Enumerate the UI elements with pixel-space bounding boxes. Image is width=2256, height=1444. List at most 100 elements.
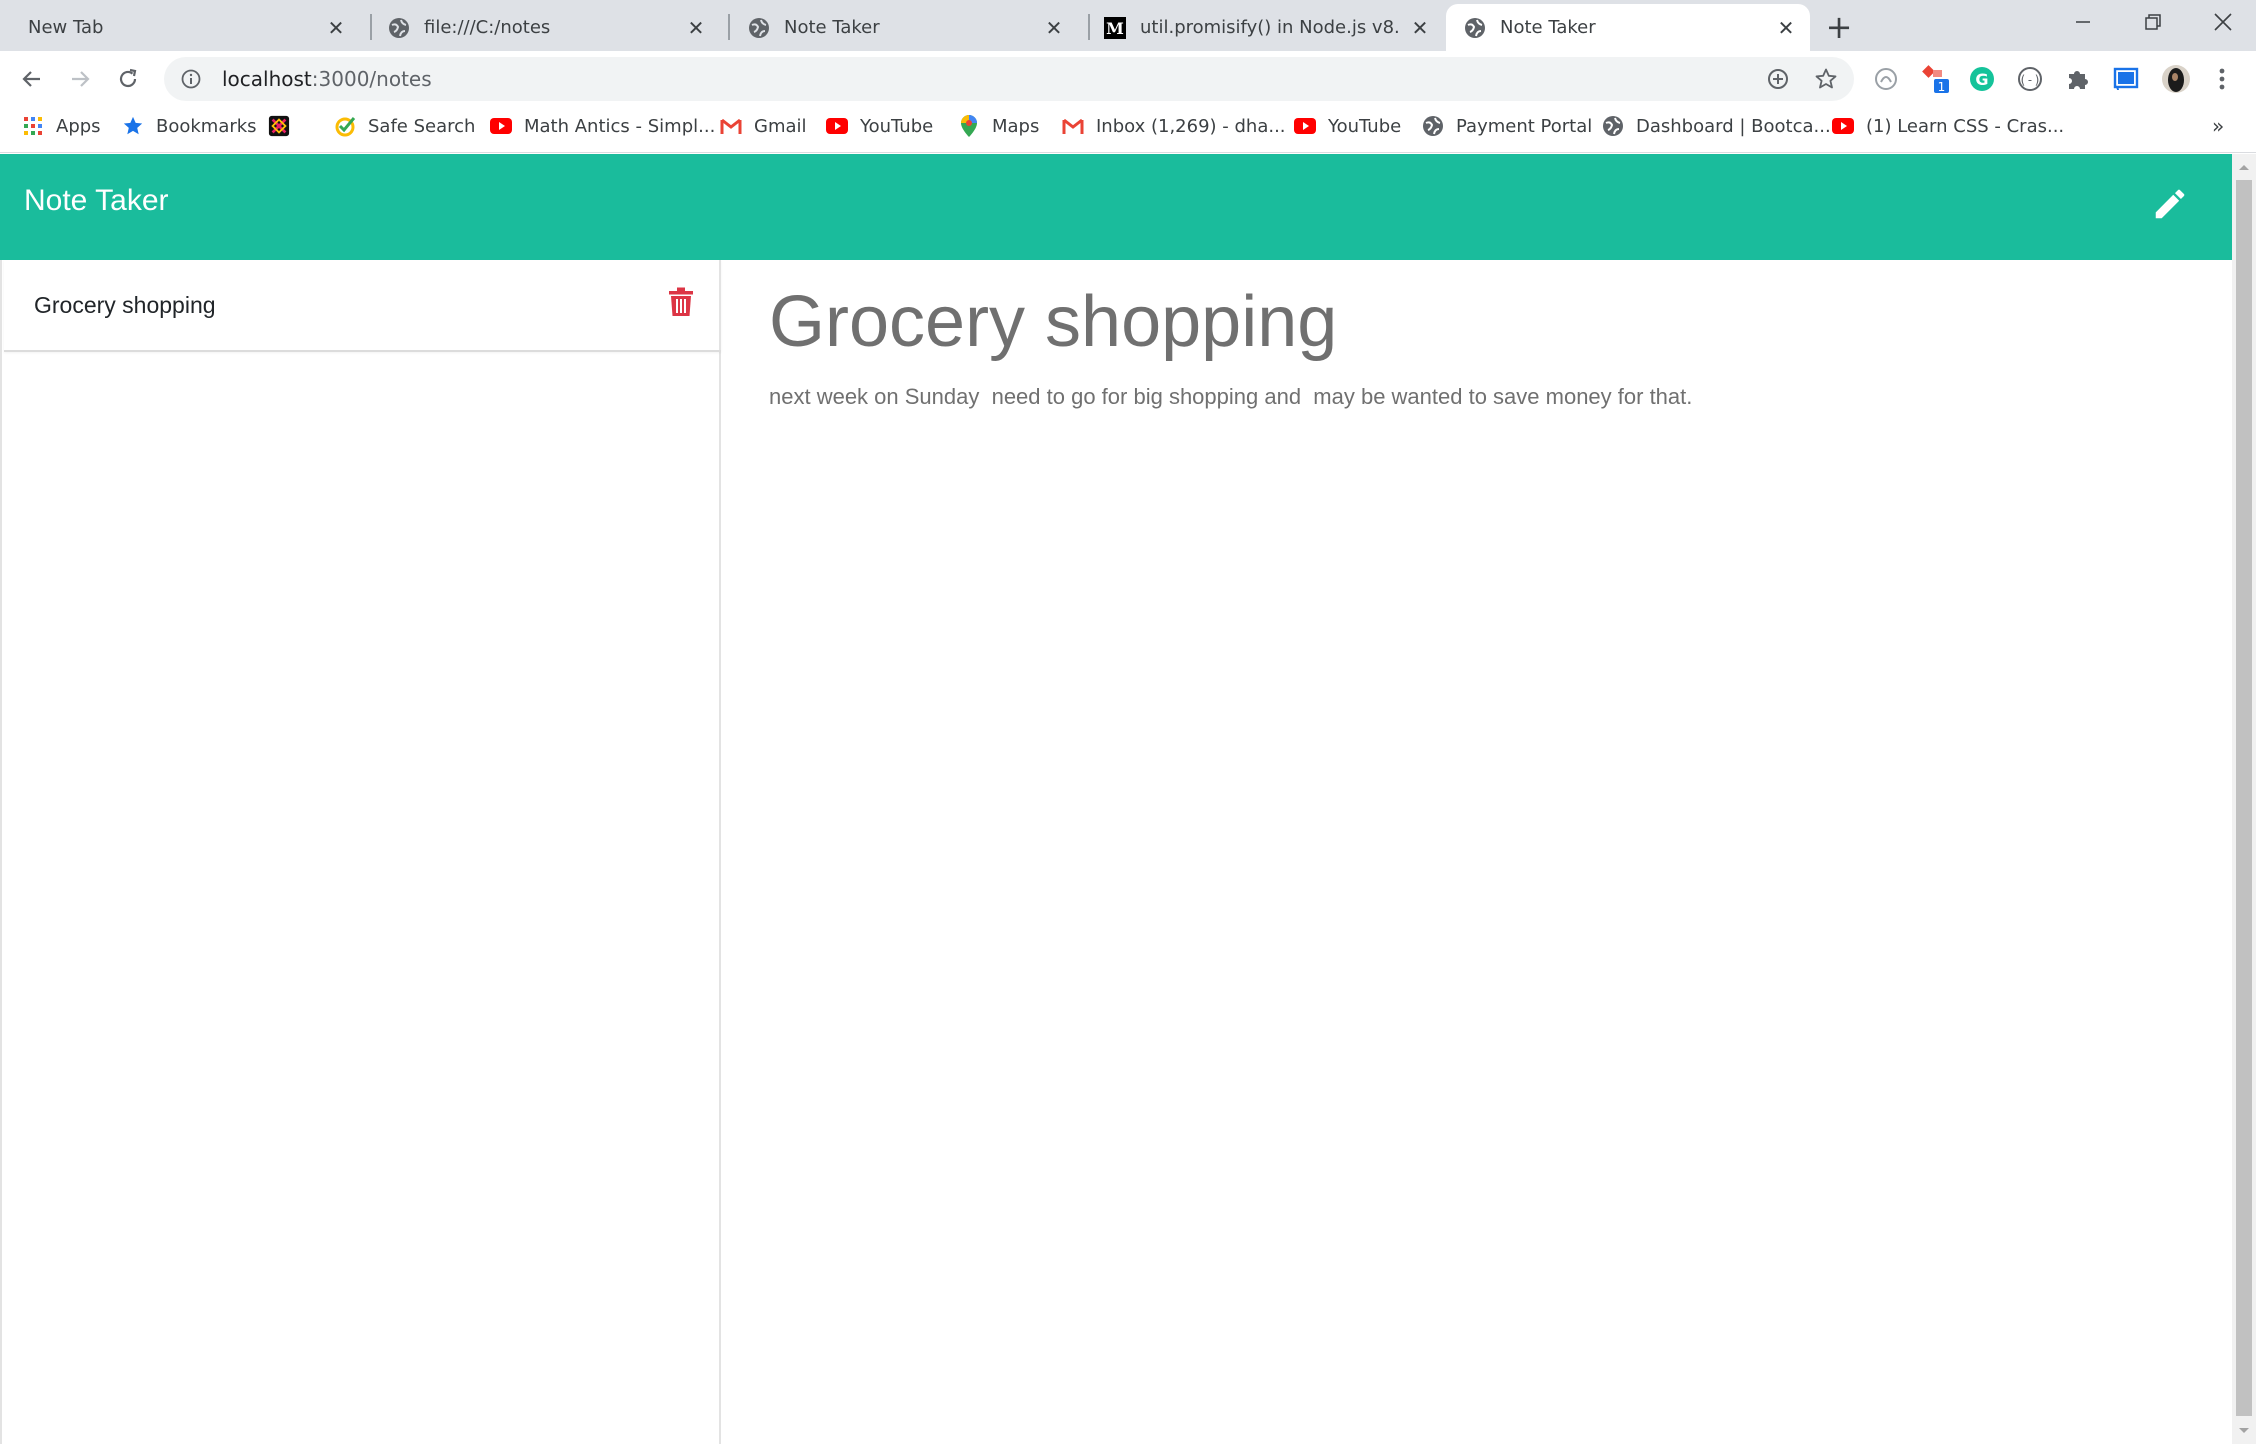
trash-icon [669, 287, 693, 321]
note-title-input[interactable] [769, 280, 2189, 364]
maps-icon [958, 115, 980, 137]
new-tab-button[interactable]: + [1822, 8, 1856, 46]
note-editor: next week on Sunday need to go for big s… [721, 260, 2232, 1444]
scroll-down-icon[interactable] [2232, 1422, 2256, 1440]
close-tab-icon[interactable]: ✕ [682, 14, 710, 42]
bookmark-learn-css[interactable]: (1) Learn CSS - Cras... [1832, 107, 2064, 145]
bookmark-label: Gmail [754, 115, 807, 137]
tab-title: Note Taker [1500, 17, 1596, 38]
youtube-icon [1294, 115, 1316, 137]
more-bookmarks-button[interactable]: » [2212, 107, 2224, 145]
bookmark-label: Bookmarks [156, 115, 257, 137]
bookmark-label: Math Antics - Simpl... [524, 115, 716, 137]
youtube-icon [1832, 115, 1854, 137]
url-path: :3000/notes [311, 67, 432, 91]
globe-icon [1464, 17, 1486, 39]
bookmark-youtube[interactable]: YouTube [826, 107, 933, 145]
code-extension-icon[interactable]: (-) [2012, 61, 2048, 97]
url-host: localhost [222, 67, 312, 91]
bookmark-inbox[interactable]: Inbox (1,269) - dha... [1062, 107, 1286, 145]
svg-text:(-): (-) [2019, 73, 2041, 87]
delete-note-button[interactable] [666, 286, 696, 322]
star-icon [122, 115, 144, 137]
puzzle-icon[interactable] [2060, 61, 2096, 97]
medium-icon: M [1104, 16, 1126, 39]
back-icon[interactable] [12, 59, 52, 99]
bookmark-label: (1) Learn CSS - Cras... [1866, 115, 2065, 137]
bookmark-gmail[interactable]: Gmail [720, 107, 807, 145]
tab-title: Note Taker [784, 17, 880, 38]
globe-icon [388, 17, 410, 39]
restore-icon[interactable] [2120, 0, 2186, 44]
bookmark-label: Inbox (1,269) - dha... [1096, 115, 1286, 137]
bookmark-apps[interactable]: Apps [22, 107, 101, 145]
app-title[interactable]: Note Taker [24, 184, 169, 218]
scroll-thumb[interactable] [2236, 180, 2252, 1416]
svg-text:M: M [1106, 19, 1124, 38]
menu-kebab-icon[interactable] [2204, 61, 2240, 97]
safe-search-icon [334, 115, 356, 137]
tab-title: util.promisify() in Node.js v8. If yo [1140, 17, 1406, 38]
bookmark-payment-portal[interactable]: Payment Portal [1422, 107, 1592, 145]
tab-note-taker[interactable]: Note Taker ✕ [720, 4, 1078, 51]
bookmark-label: Safe Search [368, 115, 476, 137]
grammarly-icon[interactable]: G [1964, 61, 2000, 97]
apps-grid-icon [22, 115, 44, 137]
svg-text:1: 1 [1938, 80, 1946, 94]
note-text-area[interactable]: next week on Sunday need to go for big s… [769, 380, 2189, 680]
tab-file-notes[interactable]: file:///C:/notes ✕ [362, 4, 720, 51]
note-list-title: Grocery shopping [34, 291, 216, 318]
cast-icon[interactable] [2108, 61, 2144, 97]
install-app-icon[interactable] [1758, 57, 1798, 101]
url-text: localhost:3000/notes [222, 67, 432, 91]
bookmark-label: Apps [56, 115, 101, 137]
globe-icon [1602, 115, 1624, 137]
tab-util-promisify[interactable]: M util.promisify() in Node.js v8. If yo … [1080, 4, 1444, 51]
minimize-icon[interactable] [2050, 0, 2116, 44]
extension-badge-icon[interactable]: 1 [1918, 61, 1954, 97]
scroll-up-icon[interactable] [2232, 158, 2256, 176]
bookmark-label: Payment Portal [1456, 115, 1593, 137]
address-bar[interactable]: localhost:3000/notes [164, 57, 1854, 101]
close-tab-icon[interactable]: ✕ [1772, 14, 1800, 42]
bookmark-label: YouTube [860, 115, 934, 137]
bookmark-math-antics[interactable]: Math Antics - Simpl... [490, 107, 715, 145]
pencil-icon [2151, 185, 2189, 227]
app-navbar: Note Taker [0, 154, 2232, 260]
bookmark-label: YouTube [1328, 115, 1402, 137]
bookmark-star-icon[interactable] [1806, 57, 1846, 101]
notes-sidebar: Grocery shopping [0, 260, 721, 1444]
close-tab-icon[interactable]: ✕ [1406, 14, 1434, 42]
close-window-icon[interactable] [2190, 0, 2256, 44]
tab-new-tab[interactable]: New Tab ✕ [0, 4, 360, 51]
tab-note-taker-active[interactable]: Note Taker ✕ [1446, 4, 1810, 51]
bookmark-dashboard[interactable]: Dashboard | Bootca... [1602, 107, 1831, 145]
forward-icon[interactable] [60, 59, 100, 99]
youtube-icon [826, 115, 848, 137]
page-scrollbar[interactable] [2232, 154, 2256, 1444]
tab-strip: New Tab ✕ file:///C:/notes ✕ Note Taker … [0, 0, 2256, 51]
globe-icon [1422, 115, 1444, 137]
bookmark-bookmarks[interactable]: Bookmarks [122, 107, 257, 145]
site-info-icon[interactable] [178, 66, 204, 92]
bookmark-safe-search[interactable]: Safe Search [334, 107, 475, 145]
browser-toolbar: localhost:3000/notes 1 G (-) [0, 51, 2256, 107]
extension-icon[interactable] [1868, 61, 1904, 97]
bookmark-app-logo[interactable] [268, 107, 302, 145]
gmail-icon [1062, 115, 1084, 137]
tab-title: New Tab [28, 17, 104, 38]
new-note-button[interactable] [2148, 184, 2192, 228]
svg-text:G: G [1975, 70, 1988, 89]
avatar[interactable] [2158, 61, 2194, 97]
close-tab-icon[interactable]: ✕ [1040, 14, 1068, 42]
bookmark-youtube-2[interactable]: YouTube [1294, 107, 1401, 145]
bookmarks-bar: Apps Bookmarks Safe Search Math Antics -… [0, 107, 2256, 153]
bookmark-maps[interactable]: Maps [958, 107, 1039, 145]
globe-icon [748, 17, 770, 39]
list-item[interactable]: Grocery shopping [4, 260, 721, 352]
close-tab-icon[interactable]: ✕ [322, 14, 350, 42]
tab-title: file:///C:/notes [424, 17, 551, 38]
bookmark-label: Maps [992, 115, 1040, 137]
youtube-icon [490, 115, 512, 137]
reload-icon[interactable] [108, 59, 148, 99]
